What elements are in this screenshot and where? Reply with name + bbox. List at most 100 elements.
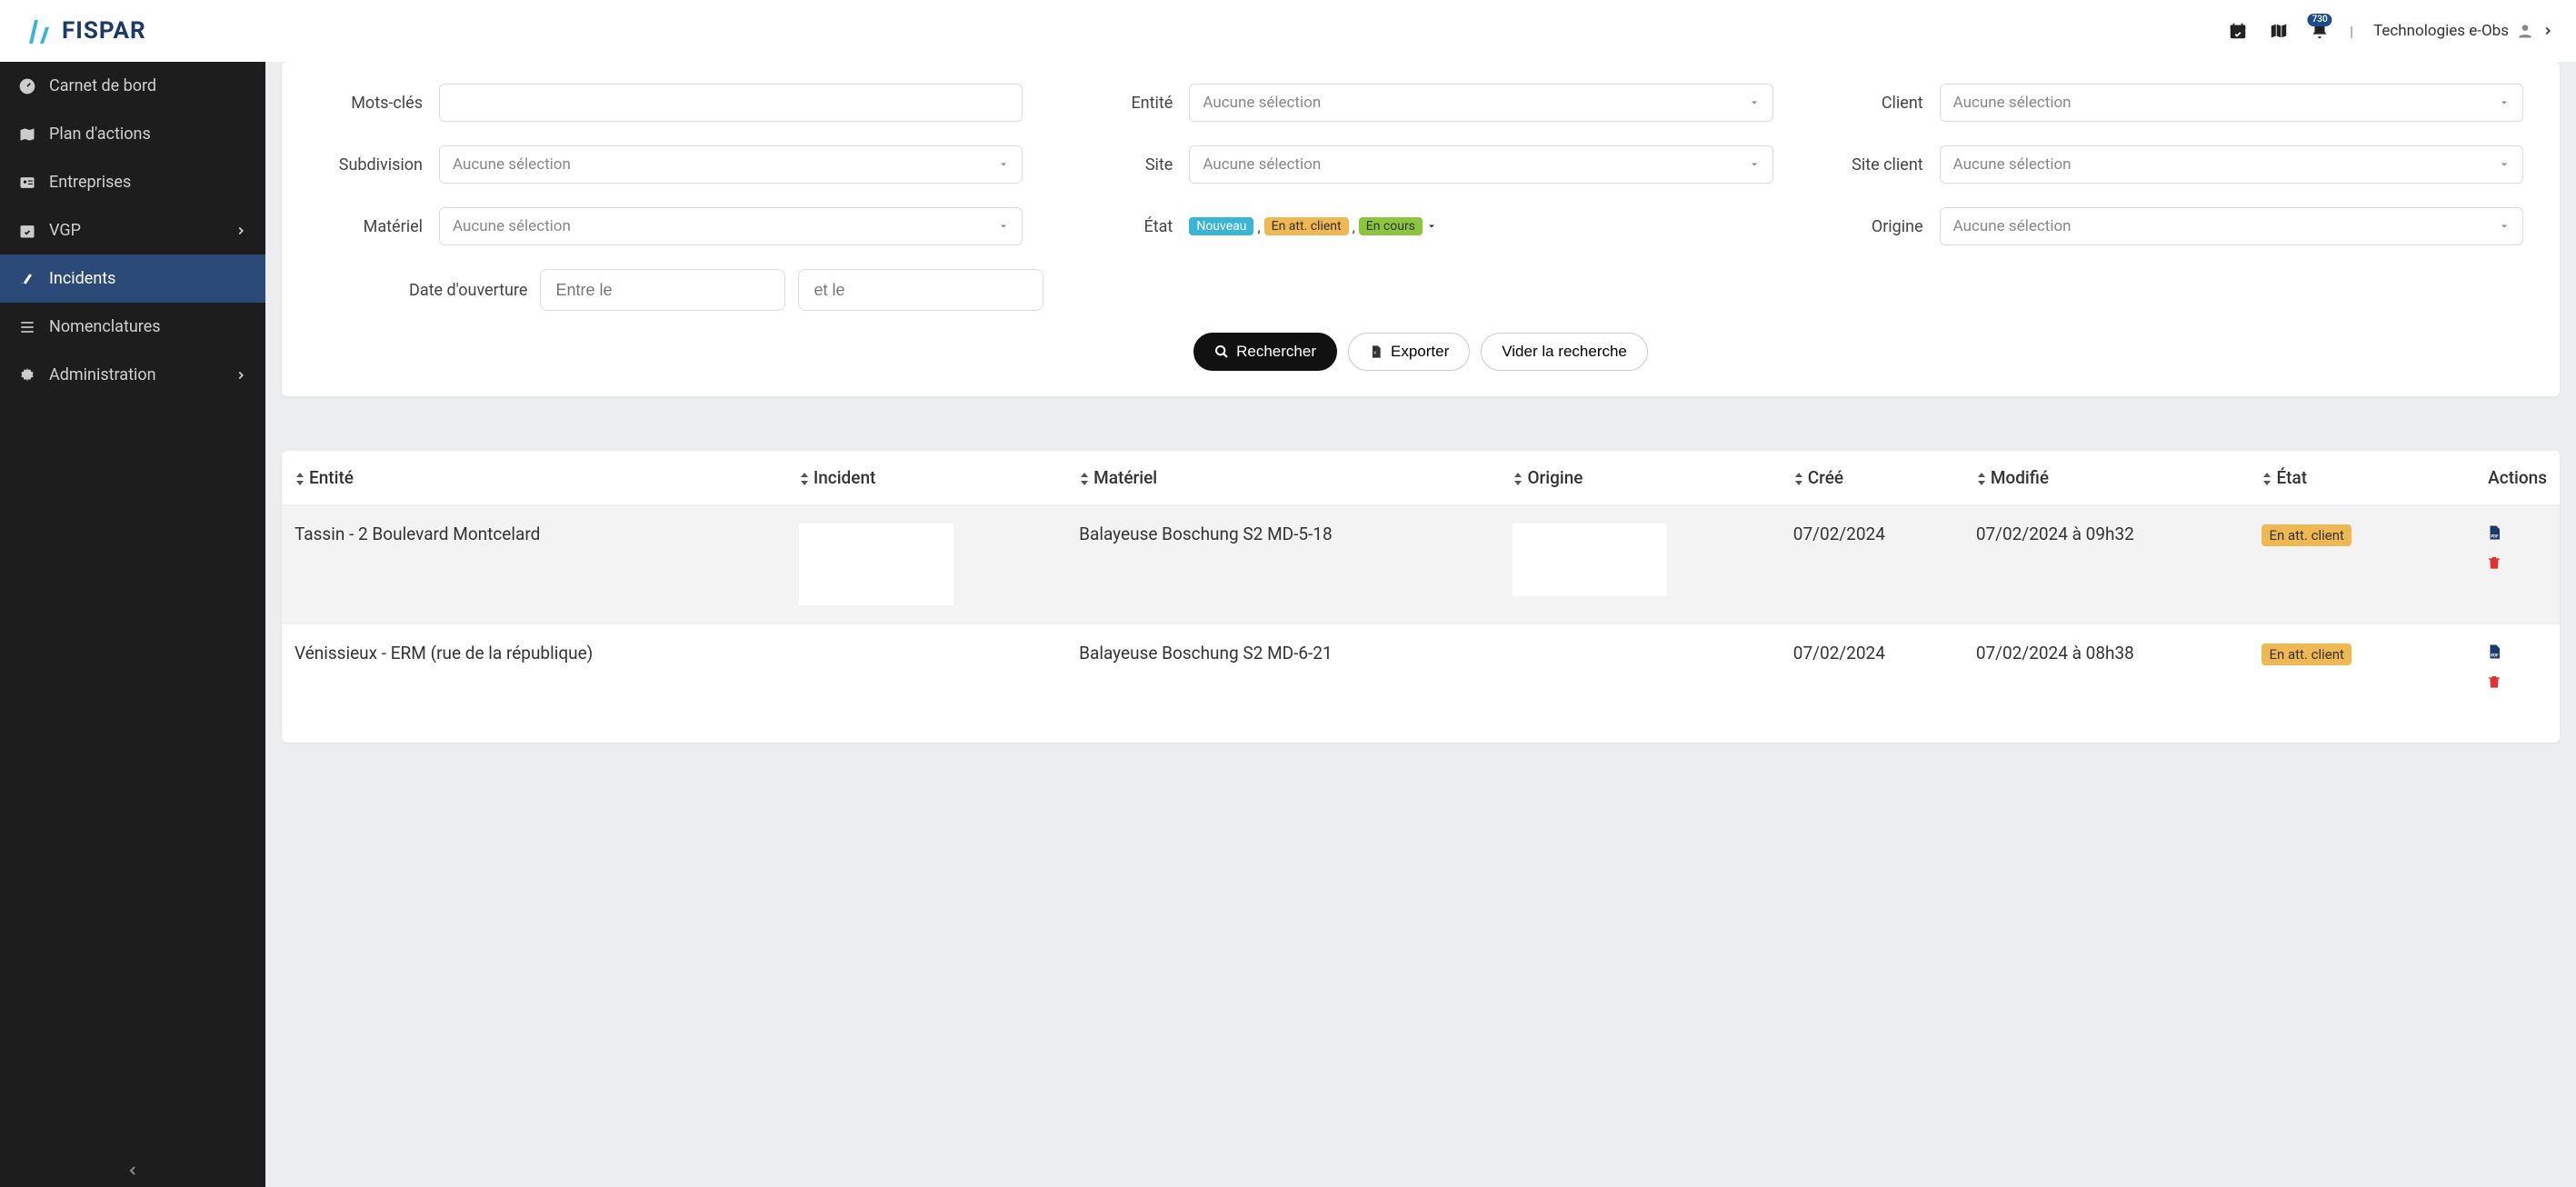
site-client-label: Site client bbox=[1819, 155, 1923, 175]
sidebar-collapse[interactable] bbox=[125, 1163, 140, 1178]
map-icon[interactable] bbox=[2268, 21, 2290, 41]
col-etat[interactable]: État bbox=[2249, 451, 2428, 505]
materiel-select[interactable]: Aucune sélection bbox=[439, 207, 1023, 245]
table-row[interactable]: Vénissieux - ERM (rue de la république) … bbox=[282, 624, 2560, 743]
col-actions: Actions bbox=[2428, 451, 2560, 505]
vider-button[interactable]: Vider la recherche bbox=[1481, 333, 1648, 371]
dashboard-icon bbox=[18, 77, 36, 95]
client-select[interactable]: Aucune sélection bbox=[1940, 84, 2523, 122]
cell-entite: Tassin - 2 Boulevard Montcelard bbox=[282, 505, 786, 624]
date-from-input[interactable] bbox=[540, 269, 785, 311]
table-row[interactable]: Tassin - 2 Boulevard Montcelard Balayeus… bbox=[282, 505, 2560, 624]
file-export-icon: x bbox=[1369, 344, 1383, 359]
tag-en-att-client: En att. client bbox=[1264, 217, 1349, 235]
col-modifie[interactable]: Modifié bbox=[1963, 451, 2250, 505]
origine-label: Origine bbox=[1819, 217, 1923, 236]
site-client-select[interactable]: Aucune sélection bbox=[1940, 145, 2523, 184]
notification-count-badge: 730 bbox=[2308, 14, 2332, 26]
calendar-icon[interactable] bbox=[2228, 21, 2248, 41]
mots-cles-label: Mots-clés bbox=[318, 94, 423, 113]
chevron-right-icon bbox=[235, 224, 247, 237]
cell-incident bbox=[786, 624, 1066, 743]
etat-select[interactable]: Nouveau, En att. client, En cours bbox=[1189, 217, 1772, 235]
user-menu[interactable]: Technologies e-Obs bbox=[2373, 22, 2554, 40]
col-origine[interactable]: Origine bbox=[1500, 451, 1780, 505]
sidebar-item-carnet[interactable]: Carnet de bord bbox=[0, 62, 265, 110]
brand-name: FISPAR bbox=[62, 17, 146, 45]
sidebar-item-vgp[interactable]: VGP bbox=[0, 206, 265, 254]
chevron-down-icon bbox=[2499, 97, 2510, 108]
materiel-label: Matériel bbox=[318, 217, 423, 236]
topbar: FISPAR 730 | Technologies e-Obs bbox=[0, 0, 2576, 62]
cell-materiel: Balayeuse Boschung S2 MD-5-18 bbox=[1066, 505, 1500, 624]
cell-etat: En att. client bbox=[2249, 624, 2428, 743]
list-icon bbox=[18, 318, 36, 336]
col-cree[interactable]: Créé bbox=[1781, 451, 1963, 505]
cell-entite: Vénissieux - ERM (rue de la république) bbox=[282, 624, 786, 743]
trash-icon[interactable] bbox=[2487, 554, 2501, 571]
entite-label: Entité bbox=[1068, 94, 1173, 113]
sidebar: Carnet de bord Plan d'actions Entreprise… bbox=[0, 62, 265, 1187]
sidebar-item-administration[interactable]: Administration bbox=[0, 351, 265, 399]
origine-select[interactable]: Aucune sélection bbox=[1940, 207, 2523, 245]
cell-cree: 07/02/2024 bbox=[1781, 505, 1963, 624]
status-badge: En att. client bbox=[2261, 524, 2351, 546]
col-incident[interactable]: Incident bbox=[786, 451, 1066, 505]
sidebar-item-label: Nomenclatures bbox=[49, 317, 161, 336]
etat-label: État bbox=[1068, 217, 1173, 236]
chevron-right-icon bbox=[2541, 25, 2554, 37]
user-label: Technologies e-Obs bbox=[2373, 22, 2509, 40]
map-icon bbox=[18, 125, 36, 144]
exporter-button[interactable]: x Exporter bbox=[1348, 333, 1470, 371]
main-content: Mots-clés Entité Aucune sélection Client… bbox=[265, 62, 2576, 1187]
date-to-input[interactable] bbox=[798, 269, 1043, 311]
col-materiel[interactable]: Matériel bbox=[1066, 451, 1500, 505]
chevron-down-icon bbox=[998, 221, 1009, 232]
col-entite[interactable]: Entité bbox=[282, 451, 786, 505]
tag-en-cours: En cours bbox=[1359, 217, 1423, 235]
cell-origine bbox=[1500, 624, 1780, 743]
chevron-right-icon bbox=[235, 369, 247, 382]
subdivision-select[interactable]: Aucune sélection bbox=[439, 145, 1023, 184]
pdf-icon[interactable]: PDF bbox=[2486, 643, 2502, 661]
sidebar-item-label: VGP bbox=[49, 221, 81, 240]
logo-icon bbox=[22, 15, 55, 47]
chevron-down-icon bbox=[2499, 221, 2510, 232]
sidebar-item-label: Incidents bbox=[49, 269, 115, 288]
sidebar-item-nomenclatures[interactable]: Nomenclatures bbox=[0, 303, 265, 351]
bell-icon[interactable]: 730 bbox=[2310, 21, 2330, 41]
sidebar-item-label: Carnet de bord bbox=[49, 76, 156, 95]
chevron-down-icon bbox=[1749, 159, 1760, 170]
svg-text:PDF: PDF bbox=[2491, 653, 2499, 658]
date-ouverture-label: Date d'ouverture bbox=[409, 281, 527, 300]
cell-actions: PDF bbox=[2428, 624, 2560, 743]
trash-icon[interactable] bbox=[2487, 673, 2501, 690]
chevron-down-icon bbox=[2499, 159, 2510, 170]
calendar-check-icon bbox=[18, 222, 36, 240]
logo[interactable]: FISPAR bbox=[22, 15, 146, 47]
sidebar-item-incidents[interactable]: Incidents bbox=[0, 254, 265, 303]
user-icon bbox=[2516, 22, 2534, 40]
divider: | bbox=[2350, 23, 2353, 40]
site-label: Site bbox=[1068, 155, 1173, 175]
svg-text:PDF: PDF bbox=[2491, 534, 2499, 539]
site-select[interactable]: Aucune sélection bbox=[1189, 145, 1772, 184]
sidebar-item-entreprises[interactable]: Entreprises bbox=[0, 158, 265, 206]
sidebar-item-label: Administration bbox=[49, 365, 156, 384]
svg-text:x: x bbox=[1373, 351, 1376, 356]
pdf-icon[interactable]: PDF bbox=[2486, 524, 2502, 542]
mots-cles-input[interactable] bbox=[439, 84, 1023, 122]
sidebar-item-label: Entreprises bbox=[49, 173, 131, 192]
cell-incident bbox=[786, 505, 1066, 624]
subdivision-label: Subdivision bbox=[318, 155, 423, 175]
rechercher-button[interactable]: Rechercher bbox=[1193, 333, 1337, 371]
cell-modifie: 07/02/2024 à 09h32 bbox=[1963, 505, 2250, 624]
entite-select[interactable]: Aucune sélection bbox=[1189, 84, 1772, 122]
cell-modifie: 07/02/2024 à 08h38 bbox=[1963, 624, 2250, 743]
cell-cree: 07/02/2024 bbox=[1781, 624, 1963, 743]
chevron-down-icon bbox=[1426, 221, 1437, 232]
client-label: Client bbox=[1819, 94, 1923, 113]
cell-etat: En att. client bbox=[2249, 505, 2428, 624]
sidebar-item-plan[interactable]: Plan d'actions bbox=[0, 110, 265, 158]
results-table: Entité Incident Matériel Origine Créé Mo… bbox=[282, 451, 2560, 743]
